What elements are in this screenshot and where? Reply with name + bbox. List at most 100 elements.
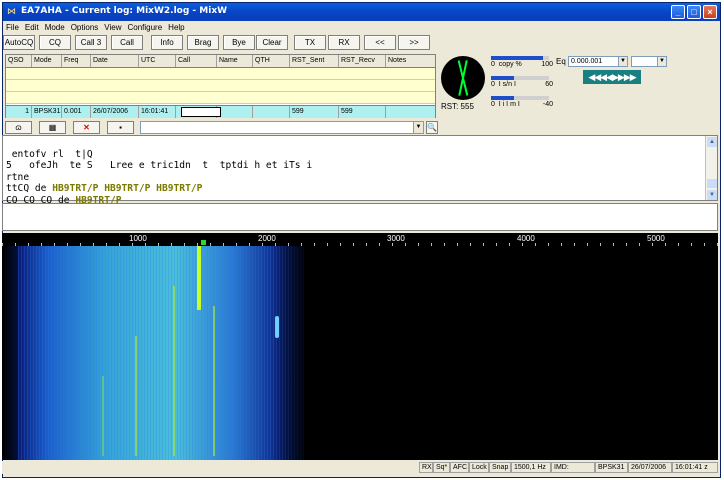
tick-label: 1000 <box>129 234 147 243</box>
macro-row: ɷ ▦ ✕ ▪ ▼ 🔍 <box>5 121 438 134</box>
maximize-button[interactable]: □ <box>687 5 701 19</box>
status-lock[interactable]: Lock <box>469 462 489 473</box>
chevron-down-icon[interactable]: ▼ <box>657 57 666 66</box>
save-icon[interactable]: ▪ <box>107 121 134 134</box>
call3-button[interactable]: Call 3 <box>75 35 107 50</box>
eq-frequency-select[interactable]: 0.000.001 ▼ <box>568 56 628 67</box>
table-row[interactable] <box>6 92 435 104</box>
copy-meter-fill <box>491 56 544 60</box>
rx-scrollbar[interactable]: ▲ ▼ <box>705 136 717 200</box>
scroll-thumb[interactable] <box>707 179 717 188</box>
phase-scope <box>441 56 485 100</box>
receive-text-window[interactable]: entofv rl t|Q 5 ofeJh te S Lree e tric1dn… <box>2 135 718 206</box>
qso-rst-sent[interactable]: 599 <box>290 106 339 118</box>
qso-notes[interactable] <box>386 106 436 118</box>
signal-trace <box>213 306 215 456</box>
macro-select[interactable]: ▼ <box>140 121 424 134</box>
callsign[interactable]: HB9TRT/P HB9TRT/P HB9TRT/P <box>52 183 202 194</box>
tick-label: 4000 <box>517 234 535 243</box>
minimize-button[interactable]: _ <box>671 5 685 19</box>
chevron-down-icon[interactable]: ▼ <box>618 57 627 66</box>
col-rst-sent[interactable]: RST_Sent <box>290 55 339 67</box>
menu-options[interactable]: Options <box>68 22 102 33</box>
next-button[interactable]: >> <box>398 35 430 50</box>
delete-icon[interactable]: ✕ <box>73 121 100 134</box>
signal-trace <box>173 286 175 456</box>
prev-button[interactable]: << <box>364 35 396 50</box>
col-name[interactable]: Name <box>217 55 253 67</box>
eq-mode-select[interactable]: ▼ <box>631 56 667 67</box>
waterfall-display[interactable] <box>2 246 718 460</box>
sound-icon[interactable]: ɷ <box>5 121 32 134</box>
call-button[interactable]: Call <box>111 35 143 50</box>
transmit-text-window[interactable] <box>2 203 718 231</box>
log-table-body <box>6 68 435 105</box>
col-rst-recv[interactable]: RST_Recv <box>339 55 386 67</box>
col-mode[interactable]: Mode <box>32 55 62 67</box>
current-qso-row[interactable]: 1 BPSK31 0.001 26/07/2006 16:01:41 599 5… <box>6 105 435 118</box>
close-button[interactable]: × <box>703 5 717 19</box>
qso-mode[interactable]: BPSK31 <box>32 106 62 118</box>
menu-file[interactable]: File <box>3 22 22 33</box>
table-row[interactable] <box>6 80 435 92</box>
frequency-tuner[interactable]: ◀◀◀◀▶▶▶▶ <box>583 70 641 84</box>
status-afc[interactable]: AFC <box>450 462 469 473</box>
find-icon[interactable]: 🔍 <box>426 121 438 134</box>
status-frequency: 1500,1 Hz <box>511 462 551 473</box>
picture-icon[interactable]: ▦ <box>39 121 66 134</box>
col-qso[interactable]: QSO <box>6 55 32 67</box>
title-bar[interactable]: ⋈ EA7AHA - Current log: MixW2.log - MixW… <box>3 3 720 21</box>
autocq-button[interactable]: AutoCQ <box>3 35 35 50</box>
col-notes[interactable]: Notes <box>386 55 436 67</box>
menu-configure[interactable]: Configure <box>124 22 165 33</box>
signal-meters: RST: 555 0 copy % 100 0 I s/n I 60 0 I i I… <box>439 54 554 118</box>
col-utc[interactable]: UTC <box>139 55 176 67</box>
status-snap[interactable]: Snap <box>489 462 511 473</box>
status-date: 26/07/2006 <box>628 462 672 473</box>
rx-line: 5 ofeJh te S Lree e tric1dn t tptdi h et… <box>6 160 313 172</box>
rx-line: entofv rl t|Q <box>6 148 93 160</box>
menu-help[interactable]: Help <box>165 22 187 33</box>
menu-edit[interactable]: Edit <box>22 22 42 33</box>
bye-button[interactable]: Bye <box>223 35 255 50</box>
col-qth[interactable]: QTH <box>253 55 290 67</box>
eq-label: Eq <box>556 57 566 66</box>
menu-mode[interactable]: Mode <box>42 22 68 33</box>
brag-button[interactable]: Brag <box>187 35 219 50</box>
rx-button[interactable]: RX <box>328 35 360 50</box>
signal-trace <box>102 376 104 456</box>
chevron-down-icon[interactable]: ▼ <box>413 122 423 133</box>
status-squelch[interactable]: Sq* <box>433 462 450 473</box>
qso-qth[interactable] <box>253 106 290 118</box>
clear-button[interactable]: Clear <box>256 35 288 50</box>
scroll-down-icon[interactable]: ▼ <box>707 190 717 200</box>
tx-button[interactable]: TX <box>294 35 326 50</box>
col-freq[interactable]: Freq <box>62 55 91 67</box>
macro-toolbar: AutoCQ CQ Call 3 Call Info Brag Bye Clea… <box>3 35 433 50</box>
tick-label: 3000 <box>387 234 405 243</box>
qso-utc[interactable]: 16:01:41 <box>139 106 176 118</box>
qso-freq[interactable]: 0.001 <box>62 106 91 118</box>
qso-rst-recv[interactable]: 599 <box>339 106 386 118</box>
cq-button[interactable]: CQ <box>39 35 71 50</box>
call-input[interactable] <box>181 107 221 117</box>
menu-bar: File Edit Mode Options View Configure Help <box>3 22 720 35</box>
signal-trace <box>135 336 137 456</box>
app-icon: ⋈ <box>7 6 16 16</box>
table-row[interactable] <box>6 68 435 80</box>
copy-meter-label: copy % <box>498 61 522 68</box>
col-date[interactable]: Date <box>91 55 139 67</box>
info-button[interactable]: Info <box>151 35 183 50</box>
rx-frequency-marker[interactable] <box>201 240 206 245</box>
log-table: QSO Mode Freq Date UTC Call Name QTH RST… <box>5 54 436 118</box>
qso-date[interactable]: 26/07/2006 <box>91 106 139 118</box>
qso-name[interactable] <box>217 106 253 118</box>
col-call[interactable]: Call <box>176 55 217 67</box>
status-mode[interactable]: BPSK31 <box>595 462 628 473</box>
rx-line: ttCQ de HB9TRT/P HB9TRT/P HB9TRT/P <box>6 183 203 195</box>
frequency-scale[interactable]: 1000 2000 3000 4000 5000 <box>2 233 718 246</box>
menu-view[interactable]: View <box>101 22 124 33</box>
scroll-up-icon[interactable]: ▲ <box>707 137 717 147</box>
window-title: EA7AHA - Current log: MixW2.log - MixW <box>21 6 228 16</box>
status-rx[interactable]: RX <box>419 462 433 473</box>
